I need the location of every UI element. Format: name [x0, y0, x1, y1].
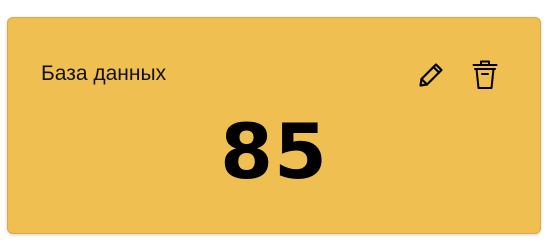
card-title: База данных: [41, 62, 167, 85]
database-card: База данных 85: [7, 17, 541, 234]
pencil-icon: [417, 61, 445, 89]
card-value: 85: [220, 107, 328, 196]
card-actions: [416, 59, 500, 91]
delete-button[interactable]: [470, 59, 500, 91]
edit-button[interactable]: [416, 59, 446, 91]
trash-icon: [471, 59, 499, 91]
